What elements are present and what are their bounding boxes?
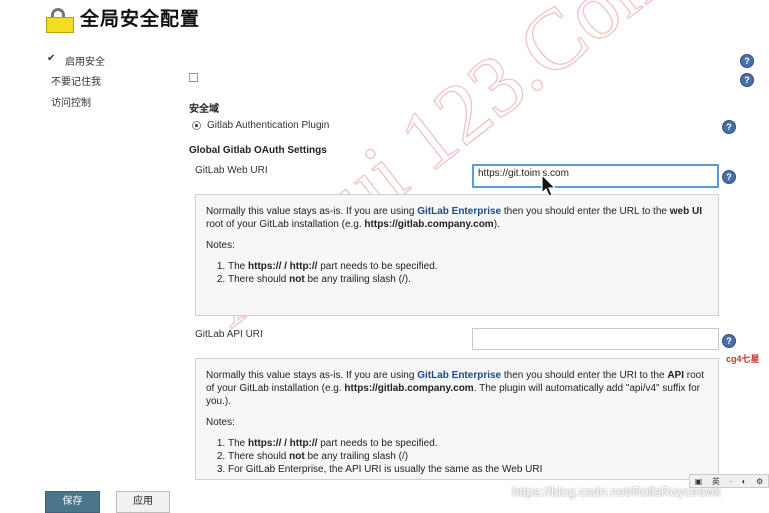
- help-icon[interactable]: ?: [722, 334, 736, 348]
- lock-icon: [44, 8, 76, 33]
- help-icon[interactable]: ?: [740, 73, 754, 87]
- note-item: For GitLab Enterprise, the API URI is us…: [228, 463, 708, 476]
- access-control-label: 访问控制: [51, 98, 91, 109]
- api-uri-help-box: Normally this value stays as-is. If you …: [195, 358, 719, 480]
- web-uri-input[interactable]: https://git.toim s.com: [472, 164, 719, 188]
- ime-toolbar-glyph[interactable]: ·: [729, 477, 732, 486]
- api-uri-input[interactable]: [472, 328, 719, 350]
- help-icon[interactable]: ?: [722, 170, 736, 184]
- notes-list: The https:// / http:// part needs to be …: [206, 437, 708, 476]
- gitlab-enterprise-link[interactable]: GitLab Enterprise: [417, 370, 501, 381]
- notes-label: Notes:: [206, 240, 235, 251]
- ime-toolbar-glyph[interactable]: ⚙: [756, 477, 763, 486]
- gitlab-enterprise-link[interactable]: GitLab Enterprise: [417, 206, 501, 217]
- notes-list: The https:// / http:// part needs to be …: [206, 260, 708, 286]
- web-uri-label: GitLab Web URI: [195, 165, 268, 176]
- note-item: There should not be any trailing slash (…: [228, 273, 708, 286]
- enable-security-label: 启用安全: [65, 57, 105, 68]
- api-uri-label: GitLab API URI: [195, 329, 263, 340]
- note-item: The https:// / http:// part needs to be …: [228, 437, 708, 450]
- apply-button[interactable]: 应用: [116, 491, 170, 513]
- side-note: cg4七星: [726, 354, 760, 364]
- api-uri-help-text: Normally this value stays as-is. If you …: [206, 370, 705, 407]
- oauth-settings-heading: Global Gitlab OAuth Settings: [189, 145, 327, 156]
- web-uri-help-box: Normally this value stays as-is. If you …: [195, 194, 719, 316]
- help-icon[interactable]: ?: [722, 120, 736, 134]
- save-button[interactable]: 保存: [45, 491, 100, 513]
- dont-remember-me-label: 不要记住我: [51, 77, 101, 88]
- ime-toolbar-glyph[interactable]: ◐: [742, 477, 747, 486]
- csdn-watermark: https://blog.csdn.net/RollsRoyceewk: [512, 484, 721, 499]
- notes-label: Notes:: [206, 417, 235, 428]
- mouse-cursor-icon: [541, 174, 557, 197]
- dont-remember-me-checkbox[interactable]: [189, 73, 198, 82]
- gitlab-auth-radio[interactable]: [192, 121, 201, 130]
- gitlab-auth-radio-label: Gitlab Authentication Plugin: [207, 120, 330, 131]
- page-title: 全局安全配置: [80, 9, 201, 30]
- web-uri-help-text: Normally this value stays as-is. If you …: [206, 206, 702, 230]
- security-realm-heading: 安全域: [189, 104, 219, 115]
- help-icon[interactable]: ?: [740, 54, 754, 68]
- note-item: There should not be any trailing slash (…: [228, 450, 708, 463]
- note-item: The https:// / http:// part needs to be …: [228, 260, 708, 273]
- enable-security-checkbox[interactable]: ✔: [47, 54, 55, 64]
